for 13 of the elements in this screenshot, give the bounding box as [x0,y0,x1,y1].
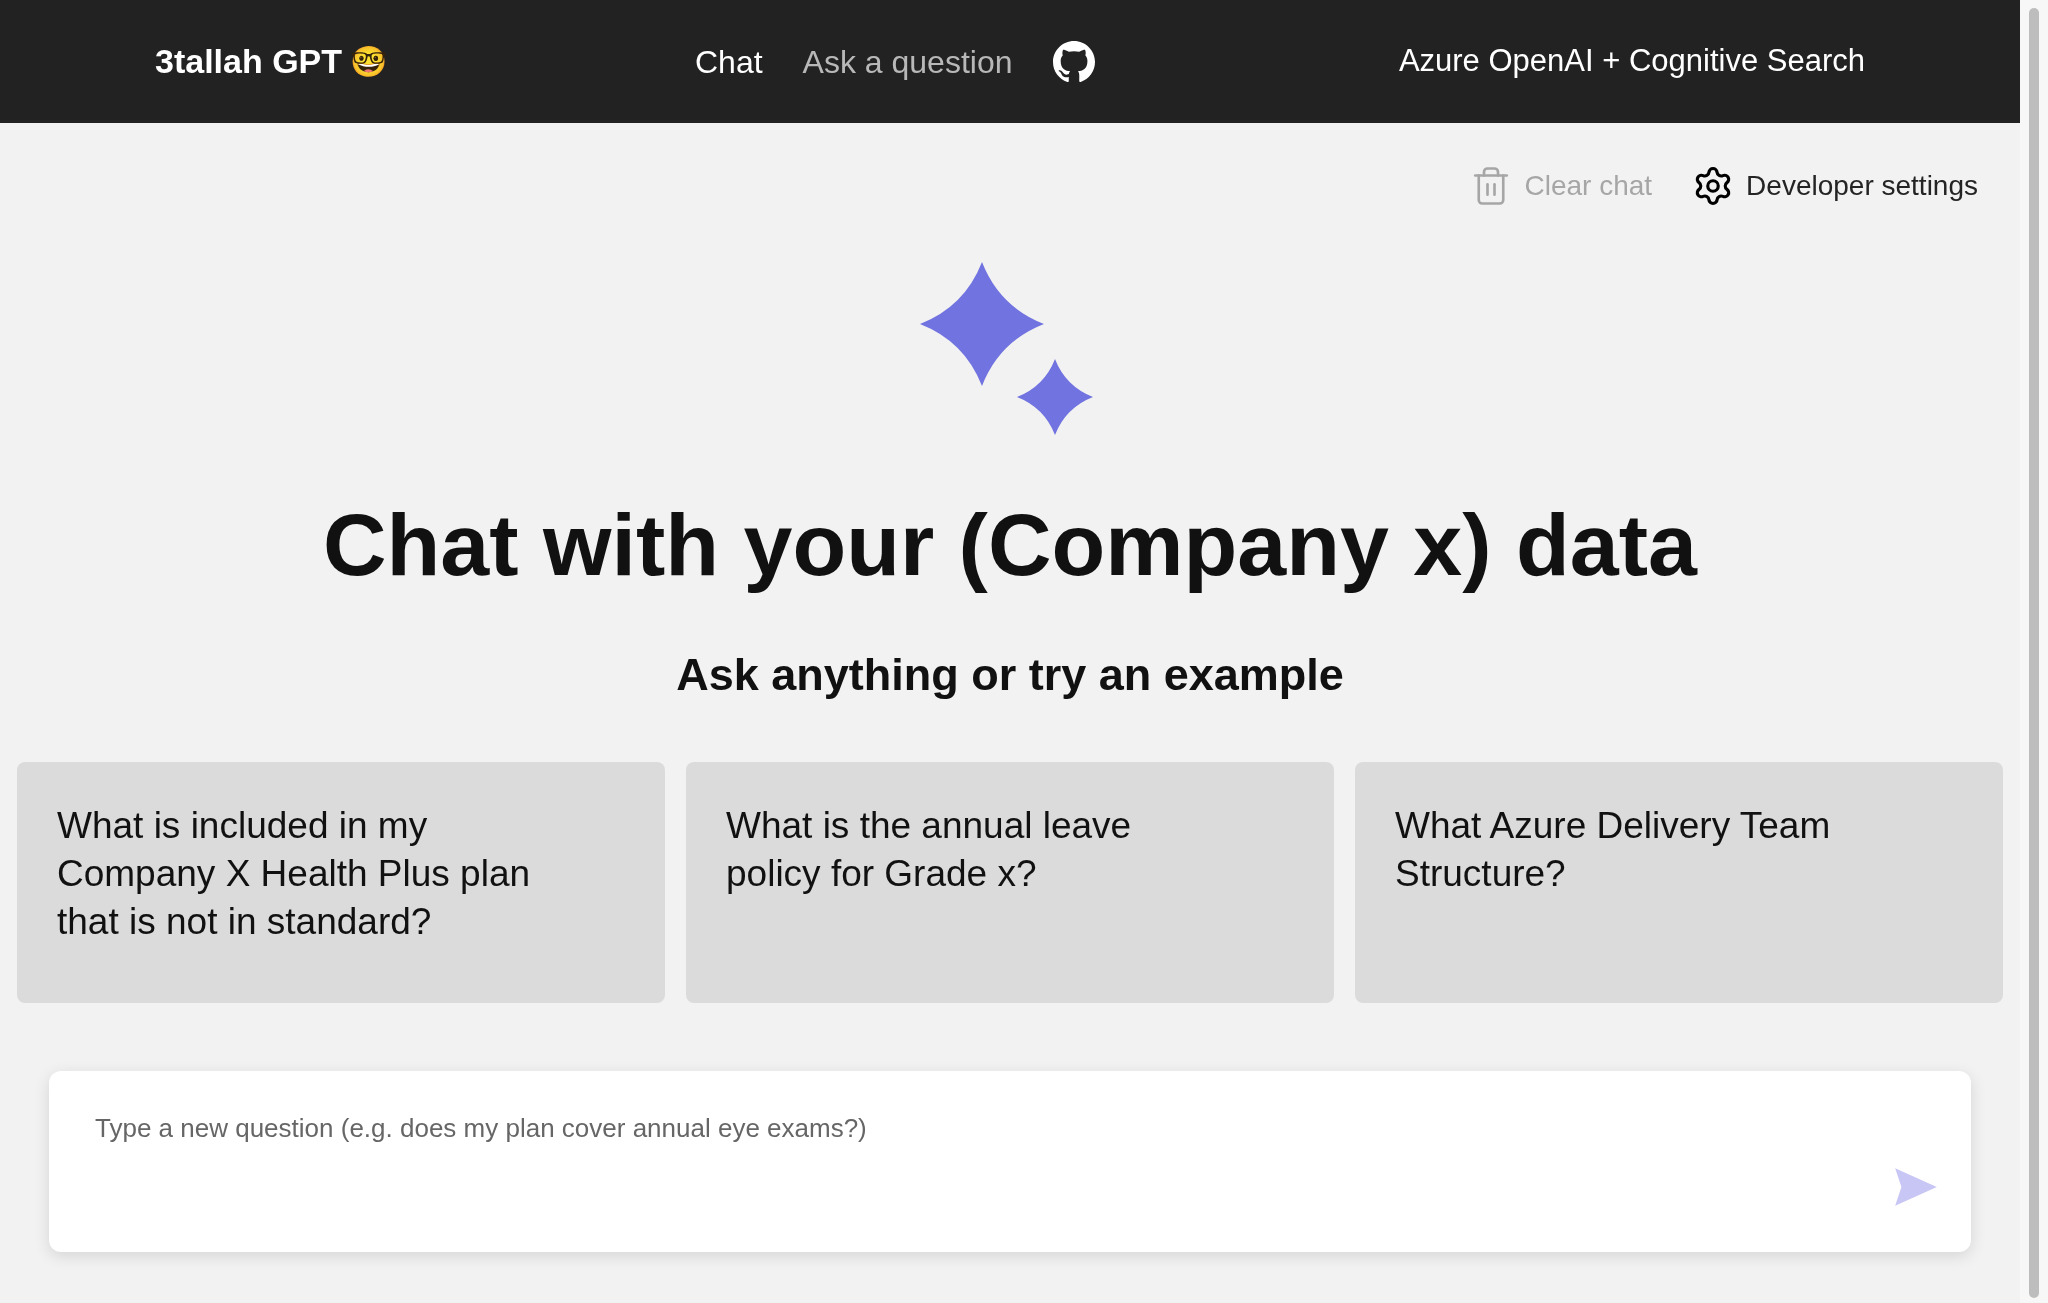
nav-link[interactable]: Ask a question [802,37,1013,86]
github-icon[interactable] [1052,40,1095,83]
subheading: Ask anything or try an example [675,647,1345,702]
main-heading: Chat with your (Company x) data [322,494,1699,596]
nerd-face-emoji: 🤓 [350,44,388,80]
nav-link[interactable]: Chat [695,37,763,86]
example-card[interactable]: What is the annual leave policy for Grade x? [686,761,1334,1003]
question-input[interactable]: Type a new question (e.g. does my plan cover annual eye exams?) [49,1070,1971,1252]
developer-settings-button[interactable]: Developer settings [1692,165,1978,207]
app-title[interactable]: 3tallah GPT [155,36,343,87]
header-subtitle: Azure OpenAI + Cognitive Search [1398,42,1865,81]
example-card[interactable]: What Azure Delivery Team Structure? [1355,761,2003,1003]
example-card[interactable]: What is included in my Company X Health Plus plan that is not in standard? [17,761,665,1003]
